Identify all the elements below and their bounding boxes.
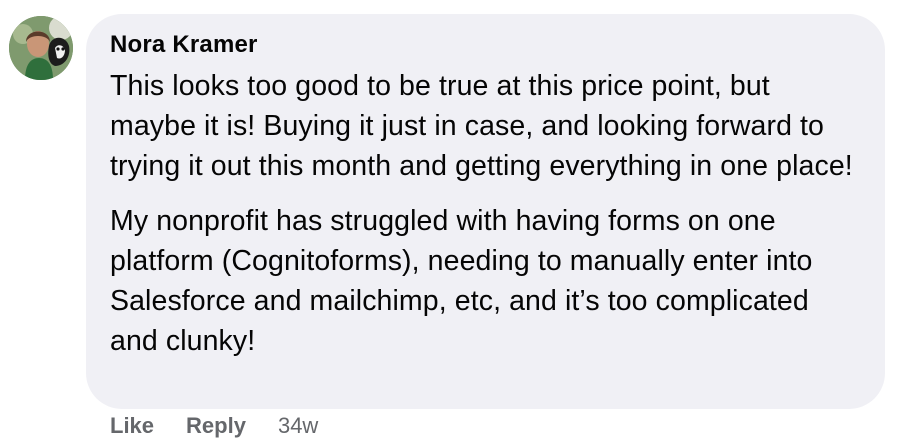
comment-paragraph-1: This looks too good to be true at this p…	[110, 70, 853, 182]
comment-author[interactable]: Nora Kramer	[110, 30, 861, 60]
comment-actions: Like Reply 34w	[110, 410, 318, 442]
comment-timestamp[interactable]: 34w	[278, 413, 318, 439]
avatar[interactable]	[9, 16, 73, 80]
reply-button[interactable]: Reply	[186, 413, 246, 439]
avatar-photo	[9, 16, 73, 80]
comment: Nora Kramer This looks too good to be tr…	[0, 0, 918, 444]
comment-bubble: Nora Kramer This looks too good to be tr…	[86, 14, 885, 409]
like-button[interactable]: Like	[110, 413, 154, 439]
comment-paragraph-2: My nonprofit has struggled with having f…	[110, 205, 813, 357]
